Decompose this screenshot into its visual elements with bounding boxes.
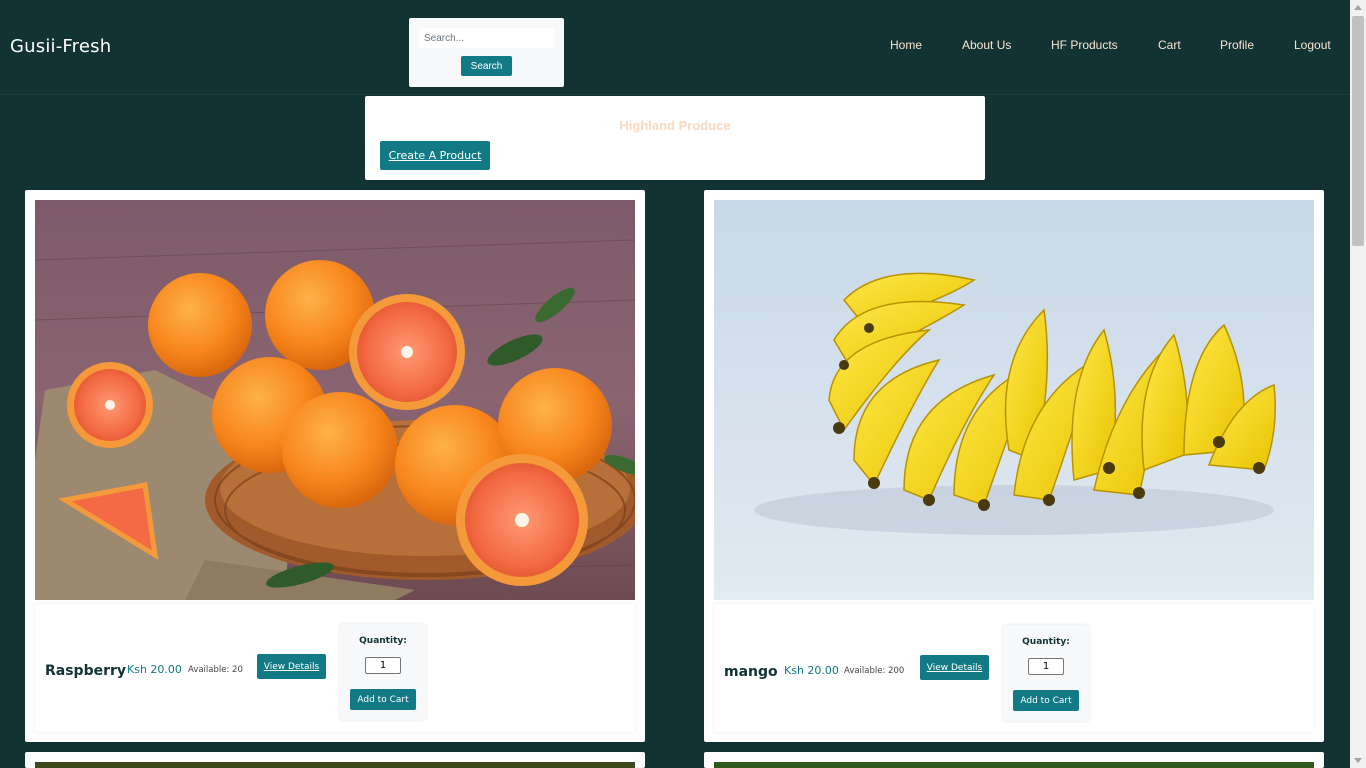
nav-home[interactable]: Home xyxy=(890,38,922,52)
quantity-input[interactable] xyxy=(1028,658,1064,675)
section-title: Highland Produce xyxy=(619,118,731,133)
product-card: Raspberry Ksh 20.00 Available: 20 View D… xyxy=(25,190,645,742)
scroll-up-arrow-icon[interactable] xyxy=(1354,5,1362,10)
quantity-label: Quantity: xyxy=(1022,637,1070,647)
product-name: mango xyxy=(724,664,778,680)
add-to-cart-button[interactable]: Add to Cart xyxy=(350,689,416,710)
scrollbar-thumb[interactable] xyxy=(1352,16,1364,246)
product-info: Raspberry Ksh 20.00 Available: 20 View D… xyxy=(35,604,635,732)
product-availability: Available: 200 xyxy=(844,666,905,676)
scroll-down-arrow-icon[interactable] xyxy=(1354,758,1362,763)
quantity-panel: Quantity: Add to Cart xyxy=(340,624,426,720)
product-image-oranges[interactable] xyxy=(35,200,635,600)
quantity-label: Quantity: xyxy=(359,636,407,646)
oranges-photo xyxy=(35,200,635,600)
view-details-button[interactable]: View Details xyxy=(257,654,326,679)
nav-about-us[interactable]: About Us xyxy=(962,38,1011,52)
bananas-photo xyxy=(714,200,1314,600)
view-details-button[interactable]: View Details xyxy=(920,655,989,680)
product-image[interactable] xyxy=(714,762,1314,768)
add-to-cart-button[interactable]: Add to Cart xyxy=(1013,690,1079,711)
highland-produce-panel: Highland Produce Create A Product xyxy=(365,96,985,180)
product-price: Ksh 20.00 xyxy=(127,663,182,676)
quantity-input[interactable] xyxy=(365,657,401,674)
nav-profile[interactable]: Profile xyxy=(1220,38,1254,52)
nav-menu: Home About Us HF Products Cart Profile L… xyxy=(0,38,1350,54)
product-card: mango Ksh 20.00 Available: 200 View Deta… xyxy=(704,190,1324,742)
nav-logout[interactable]: Logout xyxy=(1294,38,1331,52)
nav-cart[interactable]: Cart xyxy=(1158,38,1181,52)
product-availability: Available: 20 xyxy=(188,665,243,675)
product-image[interactable] xyxy=(35,762,635,768)
search-button[interactable]: Search xyxy=(461,56,512,76)
product-price: Ksh 20.00 xyxy=(784,664,839,677)
product-image-bananas[interactable] xyxy=(714,200,1314,600)
navbar: Gusii-Fresh Search Home About Us HF Prod… xyxy=(0,0,1350,95)
product-info: mango Ksh 20.00 Available: 200 View Deta… xyxy=(714,604,1314,732)
product-name: Raspberry xyxy=(45,663,127,679)
quantity-panel: Quantity: Add to Cart xyxy=(1003,625,1089,721)
nav-hf-products[interactable]: HF Products xyxy=(1051,38,1118,52)
product-card xyxy=(704,752,1324,768)
create-product-button[interactable]: Create A Product xyxy=(380,141,490,170)
product-card xyxy=(25,752,645,768)
page-scrollbar[interactable] xyxy=(1350,0,1366,768)
